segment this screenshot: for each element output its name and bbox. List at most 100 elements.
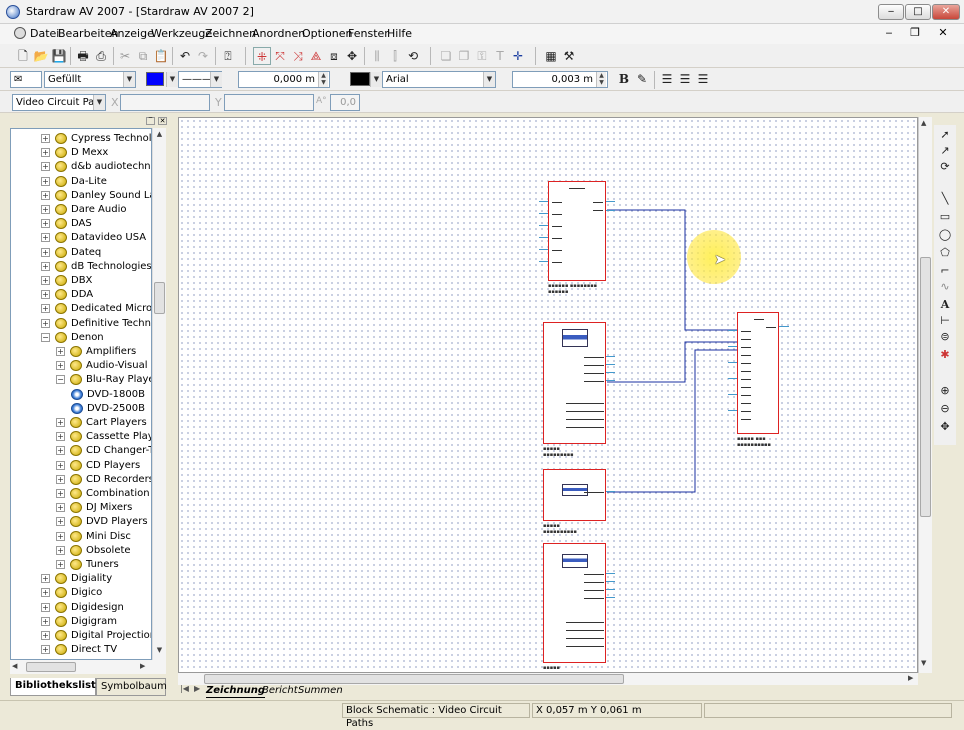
menu-hilfe[interactable]: Hilfe (387, 27, 412, 40)
zoom-in-icon[interactable]: ⊕ (936, 383, 954, 399)
maximize-button[interactable]: □ (905, 4, 931, 20)
expand-toggle-icon[interactable]: + (56, 418, 65, 427)
connector-tool-icon[interactable]: ⌐ (936, 263, 954, 279)
fill-color-swatch[interactable] (146, 72, 164, 86)
pan-icon[interactable]: ✥ (936, 419, 954, 435)
expand-toggle-icon[interactable]: + (41, 602, 50, 612)
bold-button[interactable]: B (615, 70, 633, 88)
expand-toggle-icon[interactable]: + (56, 460, 65, 470)
expand-toggle-icon[interactable]: + (41, 588, 50, 598)
expand-toggle-icon[interactable]: + (41, 261, 50, 271)
expand-toggle-icon[interactable]: + (56, 361, 65, 371)
line-style-picker[interactable]: ✉ (10, 71, 42, 88)
device-block-5[interactable] (737, 312, 779, 434)
library-vertical-scrollbar[interactable]: ▲ ▼ (152, 128, 166, 660)
expand-toggle-icon[interactable]: + (56, 503, 65, 513)
paste-icon[interactable]: 📋 (152, 47, 170, 65)
context-help-icon[interactable]: ⍰ (219, 47, 237, 65)
save-icon[interactable]: 💾 (50, 47, 68, 65)
tab-summen[interactable]: Summen (298, 684, 343, 697)
expand-toggle-icon[interactable]: + (56, 474, 65, 484)
select-arrow-icon[interactable]: ➚ (936, 127, 954, 143)
move-icon[interactable]: ✥ (343, 47, 361, 65)
scroll-right-icon[interactable]: ▶ (908, 674, 913, 682)
polygon-tool-icon[interactable]: ⬠ (936, 245, 954, 261)
align-right-icon[interactable]: ☰ (694, 70, 712, 88)
snap-lines-icon[interactable]: ⤨ (289, 47, 307, 65)
title-bar[interactable]: Stardraw AV 2007 - [Stardraw AV 2007 2] … (0, 0, 964, 24)
library-horizontal-scrollbar[interactable]: ◀ ▶ (10, 660, 166, 674)
align-left-icon[interactable]: ☰ (658, 70, 676, 88)
rotate-tool-icon[interactable]: ⟳ (936, 159, 954, 175)
chevron-down-icon[interactable]: ▼ (93, 95, 105, 110)
scroll-right-icon[interactable]: ▶ (140, 662, 145, 670)
chevron-down-icon[interactable]: ▼ (166, 72, 178, 87)
align-icon[interactable]: ⧈ (325, 47, 343, 65)
device-block-1[interactable] (548, 181, 606, 281)
dimension-tool-icon[interactable]: ⊢ (936, 313, 954, 329)
expand-toggle-icon[interactable]: + (41, 631, 50, 640)
first-sheet-icon[interactable]: |◀ (180, 684, 189, 693)
menu-optionen[interactable]: Optionen (302, 27, 352, 40)
open-folder-icon[interactable]: 📂 (32, 47, 50, 65)
font-size-input[interactable]: 0,003 m (512, 71, 608, 88)
expand-toggle-icon[interactable]: + (41, 247, 50, 257)
angle-input[interactable]: 0,0 (330, 94, 360, 111)
device-block-3[interactable] (543, 469, 606, 521)
properties-icon[interactable]: ▦ (542, 47, 560, 65)
group-icon[interactable]: ❏ (437, 47, 455, 65)
zoom-out-icon[interactable]: ⊖ (936, 401, 954, 417)
scroll-thumb[interactable] (920, 257, 931, 517)
chevron-down-icon[interactable]: ▼ (370, 72, 382, 87)
doc-restore-button[interactable]: ❐ (904, 25, 926, 41)
tools-icon[interactable]: ⚒ (560, 47, 578, 65)
expand-toggle-icon[interactable]: + (41, 645, 50, 655)
chevron-down-icon[interactable]: ▼ (123, 72, 135, 87)
text-tool-icon[interactable]: T (491, 47, 509, 65)
chevron-down-icon[interactable]: ▼ (210, 72, 222, 87)
expand-toggle-icon[interactable]: + (41, 318, 50, 328)
distribute-h-icon[interactable]: ⫼ (368, 47, 386, 65)
next-sheet-icon[interactable]: ▶ (194, 684, 200, 693)
panel-close-icon[interactable]: ✕ (158, 117, 167, 125)
snap-angle-icon[interactable]: ⟁ (307, 47, 325, 65)
menu-anzeige[interactable]: Anzeige (110, 27, 154, 40)
close-button[interactable]: ✕ (932, 4, 960, 20)
expand-toggle-icon[interactable]: + (41, 276, 50, 285)
font-combo[interactable]: Arial (382, 71, 496, 88)
expand-toggle-icon[interactable]: + (56, 560, 65, 569)
lock-icon[interactable]: ⚿ (473, 47, 491, 65)
expand-toggle-icon[interactable]: + (41, 176, 50, 186)
expand-toggle-icon[interactable]: + (41, 148, 50, 158)
align-center-icon[interactable]: ☰ (676, 70, 694, 88)
library-tree[interactable]: + Cypress Technolog + D Mexx + d&b audiotechn… (10, 128, 152, 660)
scroll-down-icon[interactable]: ▼ (921, 659, 926, 667)
cut-icon[interactable]: ✂ (116, 47, 134, 65)
canvas-vertical-scrollbar[interactable]: ▲ ▼ (918, 117, 932, 673)
expand-toggle-icon[interactable]: + (41, 290, 50, 300)
scroll-up-icon[interactable]: ▲ (921, 119, 926, 127)
scroll-thumb[interactable] (154, 282, 165, 314)
layer-combo[interactable]: Video Circuit Paths (12, 94, 106, 111)
copy-icon[interactable]: ⧉ (134, 47, 152, 65)
expand-toggle-icon[interactable]: + (56, 432, 65, 442)
panel-pin-icon[interactable]: ‾ (146, 117, 155, 125)
scroll-thumb[interactable] (204, 674, 624, 684)
menu-fenster[interactable]: Fenster (348, 27, 389, 40)
menu-zeichnen[interactable]: Zeichnen (205, 27, 256, 40)
collapse-toggle-icon[interactable]: − (56, 375, 65, 385)
expand-toggle-icon[interactable]: + (56, 517, 65, 527)
scroll-left-icon[interactable]: ◀ (12, 662, 17, 670)
expand-toggle-icon[interactable]: + (56, 446, 65, 456)
spinner-icon[interactable]: ▲ ▼ (318, 72, 328, 87)
expand-toggle-icon[interactable]: + (41, 190, 50, 200)
undo-icon[interactable]: ↶ (176, 47, 194, 65)
node-edit-icon[interactable]: ↗ (936, 143, 954, 159)
x-coordinate-input[interactable] (120, 94, 210, 111)
expand-toggle-icon[interactable]: + (41, 574, 50, 584)
italic-pen-icon[interactable]: ✎ (633, 70, 651, 88)
expand-toggle-icon[interactable]: + (41, 219, 50, 229)
curve-tool-icon[interactable]: ∿ (936, 279, 954, 295)
scroll-down-icon[interactable]: ▼ (154, 646, 165, 656)
doc-minimize-button[interactable]: ‒ (878, 25, 900, 41)
